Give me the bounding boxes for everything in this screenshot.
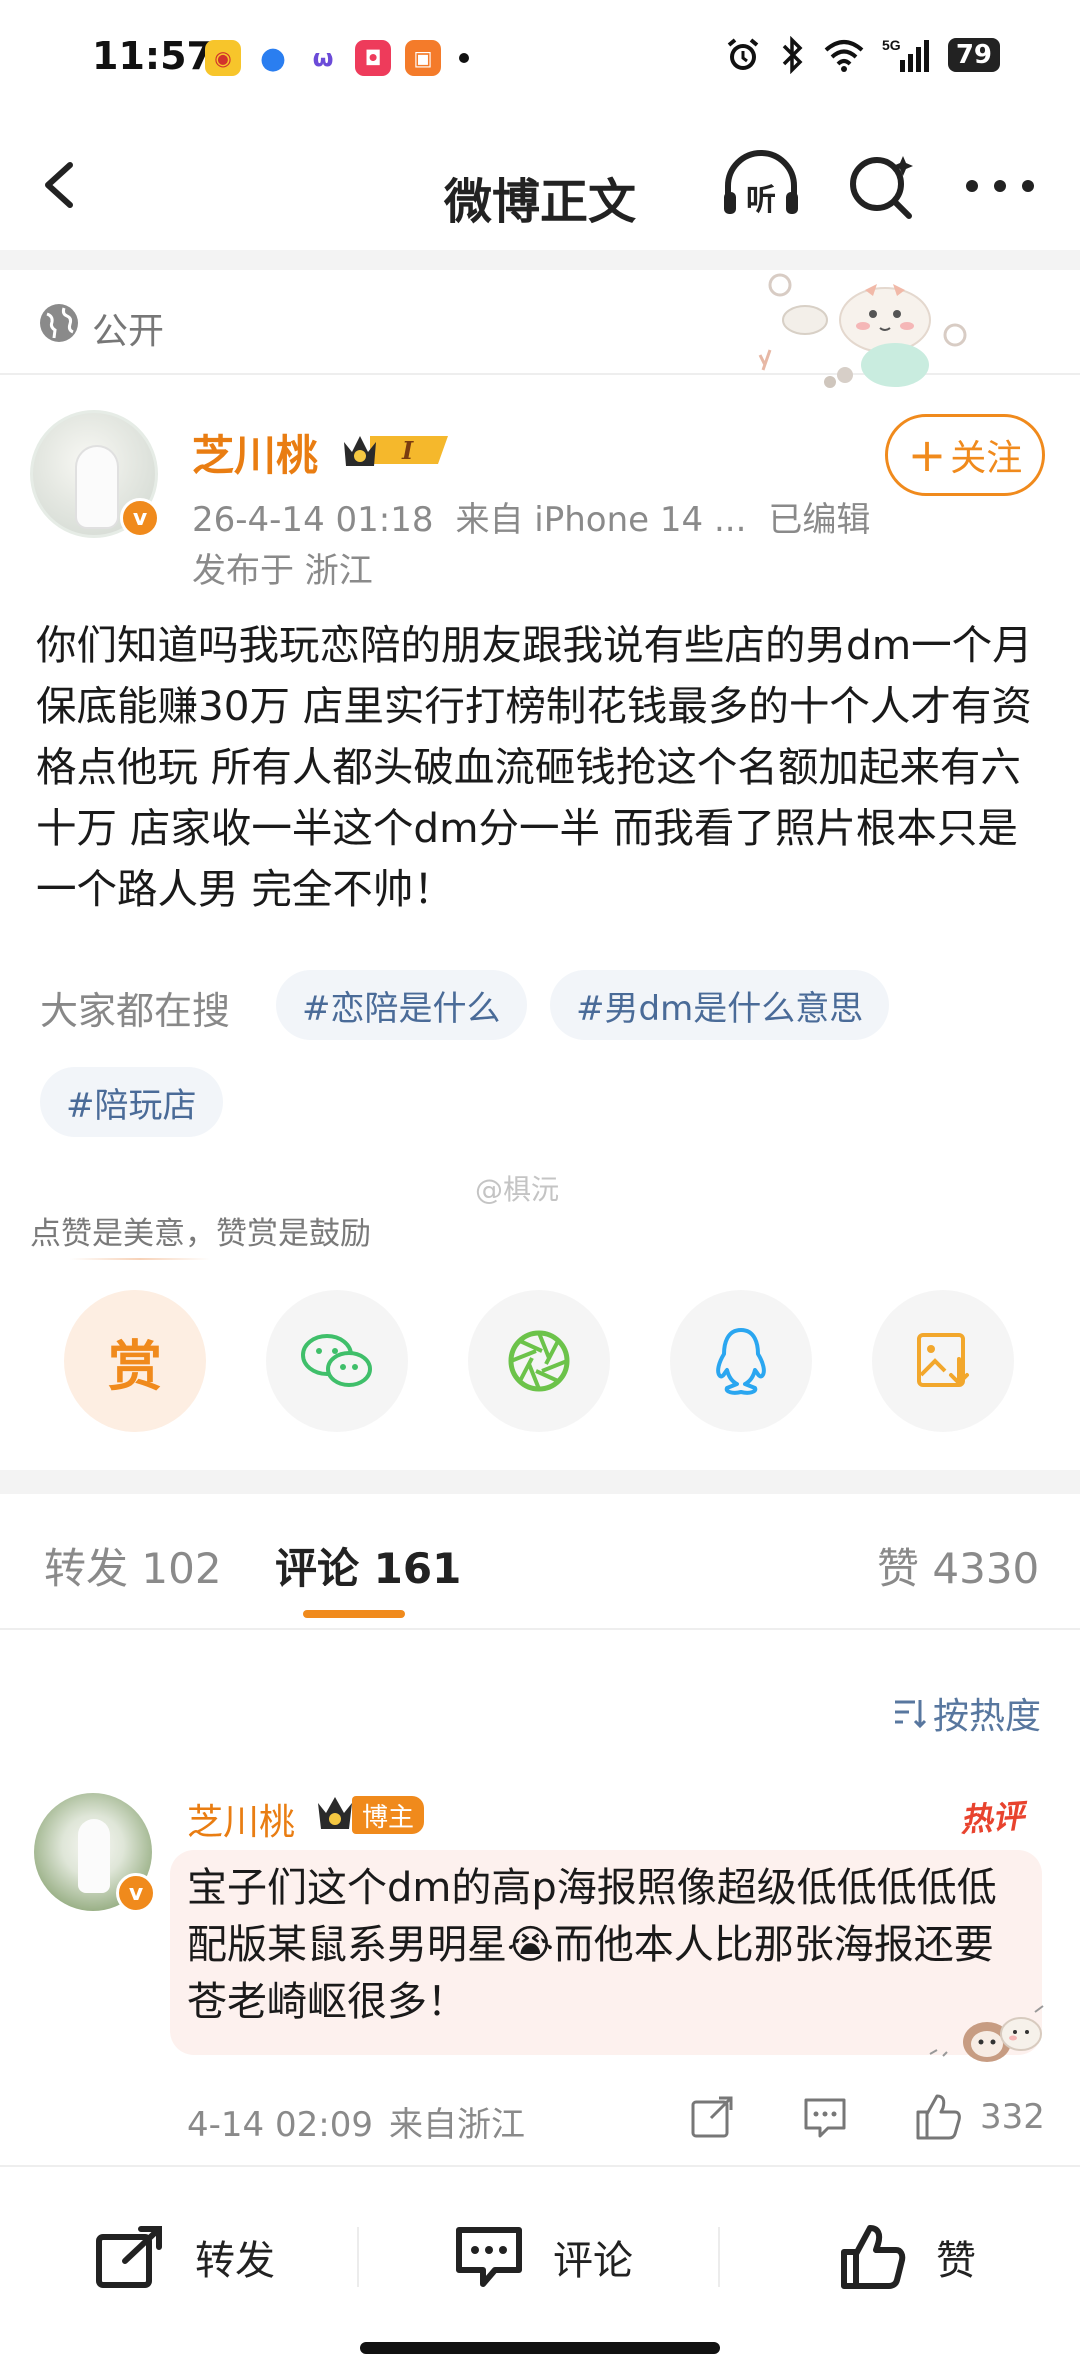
svg-text:I: I [401,436,414,465]
save-image-button[interactable] [872,1290,1014,1432]
comment-reply-icon[interactable] [800,2092,850,2142]
post-location: 发布于 浙江 [192,551,373,591]
app-icon: ▣ [405,40,441,76]
crown-level-badge-icon: I [344,436,448,466]
comment-avatar[interactable]: v [34,1793,156,1913]
wechat-icon [301,1334,372,1387]
tab-likes[interactable]: 赞 4330 [877,1535,1039,1596]
svg-text:5G: 5G [882,37,901,53]
author-owner-badge: 博主 [352,1796,425,1834]
hashtag-chip[interactable]: #男dm是什么意思 [550,970,890,1040]
divider-band [0,250,1080,270]
notification-dot [459,53,469,63]
sort-by-hot-button[interactable]: 按热度 [893,1687,1041,1739]
post-date: 26-4-14 01:18 [192,500,434,540]
post-edited[interactable]: 已编辑 [768,500,870,540]
reward-button[interactable]: 赏 [64,1290,206,1432]
app-icon: ω [305,40,341,76]
plus-icon: + [907,428,947,482]
wifi-icon [824,40,864,72]
thumbs-up-icon [841,2225,906,2289]
comment-repost-icon[interactable] [687,2092,737,2142]
qq-penguin-icon [716,1328,766,1395]
comment-icon [456,2227,522,2287]
follow-label: 关注 [950,438,1023,479]
comment-like-count: 332 [980,2097,1045,2137]
separator [718,2227,720,2287]
moments-aperture-icon [508,1330,570,1392]
active-tab-indicator [303,1610,405,1618]
repost-icon [96,2226,162,2288]
author-avatar[interactable]: v [30,410,160,538]
separator [357,2227,359,2287]
comment-location: 来自浙江 [388,2105,525,2145]
search-icon[interactable] [845,150,917,222]
bottom-action-bar: 转发 评论 赞 [0,2165,1080,2325]
globe-icon [40,304,78,342]
save-image-icon [917,1333,969,1387]
verified-icon: v [116,1873,156,1913]
page-title: 微博正文 [443,174,636,230]
divider-band [0,1470,1080,1494]
comment-meta: 4-14 02:09 来自浙江 [187,2097,541,2146]
reward-hint: 点赞是美意，赞赏是鼓励 [30,1216,371,1252]
comment-like-icon[interactable] [913,2092,963,2142]
more-options-icon[interactable] [960,150,1040,222]
status-bar: 11:57 ◉ ● ω ◘ ▣ 5G 79 [0,0,1080,120]
signal-icon: 5G [882,37,929,72]
hot-comment-stamp: 热评 [958,1796,1026,1840]
hashtag-chip[interactable]: #恋陪是什么 [276,970,527,1040]
bluetooth-icon [782,36,803,74]
top-nav: 微博正文 听 [0,120,1080,250]
image-watermark: @椇沅 [475,1173,560,1206]
status-time: 11:57 [92,34,213,78]
crown-icon [318,1797,352,1829]
post-meta: 26-4-14 01:18 来自 iPhone 14 ... 已编辑 [192,492,892,541]
decorative-sticker [758,273,967,388]
tab-repost[interactable]: 转发 102 [44,1535,222,1596]
hot-search-label: 大家都在搜 [40,989,231,1033]
repost-label: 转发 [195,2238,275,2284]
comment-author[interactable]: 芝川桃 [187,1793,295,1845]
share-qq-button[interactable] [670,1290,812,1432]
like-button[interactable]: 赞 [840,2222,976,2292]
status-indicators: 5G 79 [724,36,1000,74]
listen-headphones-icon[interactable]: 听 [720,148,802,220]
app-icon: ◘ [355,40,391,76]
repost-button[interactable]: 转发 [95,2222,275,2292]
comment-label: 评论 [553,2238,633,2284]
post-source: 来自 iPhone 14 ... [455,500,747,540]
browser-app-icon: ● [255,40,291,76]
svg-text:听: 听 [746,183,776,218]
tabs-divider [0,1628,1080,1630]
decorative-sticker [929,2005,1044,2062]
reward-label: 赏 [108,1334,162,1398]
comment-date: 4-14 02:09 [187,2105,373,2145]
hashtag-chip[interactable]: #陪玩店 [40,1067,223,1137]
reward-hint-underline [70,1258,210,1260]
sort-icon [895,1700,927,1729]
alarm-icon [727,38,759,70]
status-app-icons: ◉ ● ω ◘ ▣ [205,40,469,76]
like-label: 赞 [936,2238,976,2284]
follow-button[interactable]: + 关注 [885,414,1045,496]
share-wechat-button[interactable] [266,1290,408,1432]
home-indicator [360,2342,720,2354]
share-moments-button[interactable] [468,1290,610,1432]
tab-comments[interactable]: 评论 161 [275,1535,461,1596]
weibo-app-icon: ◉ [205,40,241,76]
visibility-label: 公开 [92,311,165,352]
post-body: 你们知道吗我玩恋陪的朋友跟我说有些店的男dm一个月保底能赚30万 店里实行打榜制… [36,621,1033,913]
sort-label: 按热度 [933,1696,1042,1737]
battery-level: 79 [947,38,1000,72]
author-name[interactable]: 芝川桃 [192,422,318,483]
comment-button[interactable]: 评论 [455,2222,633,2292]
comment-text: 宝子们这个dm的高p海报照像超级低低低低低配版某鼠系男明星😭而他本人比那张海报还… [187,1865,997,2025]
verified-icon: v [120,498,160,538]
